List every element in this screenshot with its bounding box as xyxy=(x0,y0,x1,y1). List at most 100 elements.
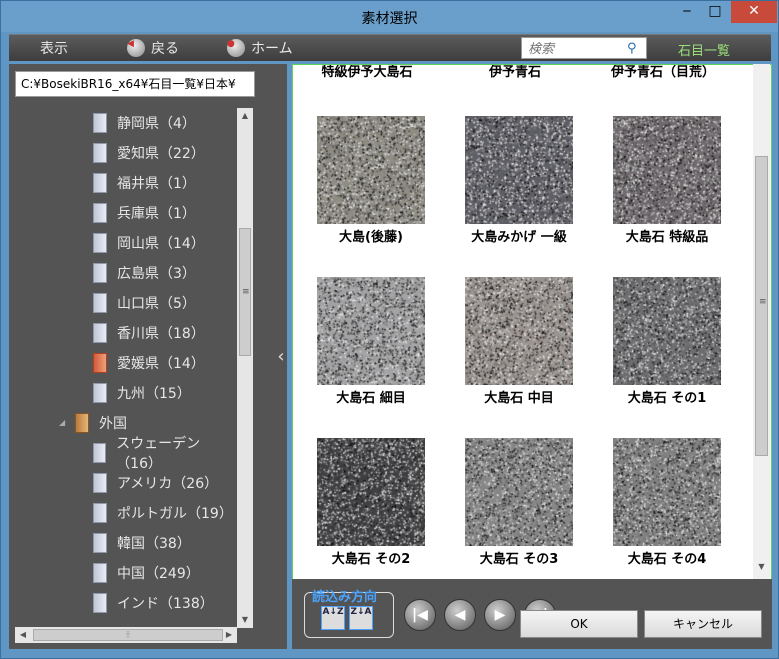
partial-label: 伊予青石 xyxy=(488,65,541,80)
window-title: 素材選択 xyxy=(361,11,418,27)
tree-item[interactable]: スウェーデン（16） xyxy=(93,436,237,472)
material-tile[interactable]: 大島石 細目 xyxy=(297,277,445,427)
tree-vertical-scrollbar[interactable]: ▲ ≡ ▼ xyxy=(237,108,253,628)
folder-tree: 静岡県（4） 愛知県（22） 福井県（1） 兵庫県（1） 岡山県（14） 広島県（3） 山口… xyxy=(9,108,237,628)
material-tile[interactable]: 大島石 その1 xyxy=(593,277,741,427)
material-tile[interactable]: 大島(後藤) xyxy=(297,116,445,266)
scroll-left-arrow-icon[interactable]: ◀ xyxy=(15,627,31,643)
sort-ascending-button[interactable]: A↓Z xyxy=(321,606,345,630)
folder-icon xyxy=(75,413,89,433)
partial-label: 伊予青石（目荒） xyxy=(610,65,715,80)
tree-item-label: ポルトガル（19） xyxy=(117,506,233,522)
scroll-right-arrow-icon[interactable]: ▶ xyxy=(221,627,237,643)
back-button[interactable]: ◀ 戻る xyxy=(127,38,179,58)
stone-texture-image xyxy=(465,277,573,385)
scroll-thumb[interactable]: ≡ xyxy=(755,156,768,456)
material-tile[interactable]: 大島石 その3 xyxy=(445,438,593,579)
tree-item[interactable]: 岡山県（14） xyxy=(93,230,205,256)
expand-arrow-icon[interactable]: ◢ xyxy=(59,418,67,427)
scroll-down-arrow-icon[interactable]: ▼ xyxy=(237,612,253,628)
stone-texture-image xyxy=(613,116,721,224)
tree-item[interactable]: 山口県（5） xyxy=(93,290,196,316)
mode-label[interactable]: 石目一覧 xyxy=(678,40,730,59)
material-tile[interactable]: 大島石 その2 xyxy=(297,438,445,579)
tree-item-label: 岡山県（14） xyxy=(117,236,205,252)
document-icon xyxy=(93,593,107,613)
ok-button[interactable]: OK xyxy=(520,610,638,638)
material-label: 大島みかげ 一級 xyxy=(471,230,567,245)
search-input[interactable] xyxy=(522,39,622,60)
cancel-button[interactable]: キャンセル xyxy=(644,610,762,638)
tree-item[interactable]: 福井県（1） xyxy=(93,170,196,196)
hscroll-thumb[interactable]: ⦙⦙ xyxy=(33,629,223,641)
stone-texture-image xyxy=(317,116,425,224)
search-icon[interactable]: ⚲ xyxy=(627,41,641,56)
grid-vertical-scrollbar[interactable]: ▲ ≡ ▼ xyxy=(753,64,770,580)
toolbar: 表示 ◀ 戻る ● ホーム ⚲ 石目一覧 xyxy=(9,34,771,61)
scroll-down-arrow-icon[interactable]: ▼ xyxy=(753,558,770,576)
path-field[interactable]: C:¥BosekiBR16_x64¥石目一覧¥日本¥ xyxy=(15,71,255,97)
tree-item-label: 愛媛県（14） xyxy=(117,356,205,372)
tree-item[interactable]: インド（138） xyxy=(93,590,214,616)
material-label: 大島石 その2 xyxy=(331,552,411,567)
document-icon xyxy=(93,353,107,373)
tree-item[interactable]: 香川県（18） xyxy=(93,320,205,346)
scroll-up-arrow-icon[interactable]: ▲ xyxy=(237,108,253,124)
tree-item[interactable]: アメリカ（26） xyxy=(93,470,218,496)
material-tile[interactable]: 大島石 その4 xyxy=(593,438,741,579)
tree-item[interactable]: 兵庫県（1） xyxy=(93,200,196,226)
material-label: 大島石 中目 xyxy=(484,391,554,406)
tree-item[interactable]: 愛媛県（14） xyxy=(93,350,205,376)
material-grid: 特級伊予大島石 伊予青石 伊予青石（目荒） 大島(後藤) 大島みかげ 一級 大島石 … xyxy=(292,64,772,580)
scroll-thumb[interactable]: ≡ xyxy=(239,228,251,356)
search-box: ⚲ xyxy=(521,37,647,60)
tree-item[interactable]: ポルトガル（19） xyxy=(93,500,233,526)
tree-item-label: 静岡県（4） xyxy=(117,116,196,132)
home-label: ホーム xyxy=(251,41,293,57)
tree-item[interactable]: 愛知県（22） xyxy=(93,140,205,166)
minimize-button[interactable]: ‒ xyxy=(673,1,701,23)
material-label: 大島石 その1 xyxy=(627,391,707,406)
material-label: 大島石 特級品 xyxy=(625,230,709,245)
folder-pane: C:¥BosekiBR16_x64¥石目一覧¥日本¥ 静岡県（4） 愛知県（22）… xyxy=(9,64,287,649)
material-tile[interactable]: 大島石 特級品 xyxy=(593,116,741,266)
prev-page-button[interactable]: ◀ xyxy=(444,599,476,631)
stone-texture-image xyxy=(317,277,425,385)
tree-item-label: アメリカ（26） xyxy=(117,476,219,492)
stone-texture-image xyxy=(613,438,721,546)
material-tile[interactable]: 大島石 中目 xyxy=(445,277,593,427)
collapse-pane-icon[interactable]: ‹ xyxy=(273,346,289,370)
sort-descending-button[interactable]: Z↓A xyxy=(349,606,373,630)
material-tile[interactable]: 大島みかげ 一級 xyxy=(445,116,593,266)
view-button[interactable]: 表示 xyxy=(21,38,68,58)
document-icon xyxy=(93,263,107,283)
tree-item-label: 中国（249） xyxy=(117,566,200,582)
tree-item[interactable]: 中国（249） xyxy=(93,560,200,586)
view-label: 表示 xyxy=(40,41,68,57)
material-label: 大島石 細目 xyxy=(336,391,406,406)
back-label: 戻る xyxy=(151,41,179,57)
tree-item-label: 山口県（5） xyxy=(117,296,196,312)
grid-icon xyxy=(21,42,34,55)
stone-texture-image xyxy=(317,438,425,546)
document-icon xyxy=(93,383,107,403)
tree-item[interactable]: 韓国（38） xyxy=(93,530,191,556)
home-button[interactable]: ● ホーム xyxy=(227,38,293,58)
tree-horizontal-scrollbar[interactable]: ◀ ⦙⦙ ▶ xyxy=(15,627,237,643)
document-icon xyxy=(93,113,107,133)
material-label: 大島(後藤) xyxy=(339,230,403,245)
tree-item[interactable]: 静岡県（4） xyxy=(93,110,196,136)
home-icon: ● xyxy=(227,39,245,57)
tree-item[interactable]: 広島県（3） xyxy=(93,260,196,286)
maximize-button[interactable]: □ xyxy=(701,1,729,23)
close-button[interactable]: ✕ xyxy=(731,1,777,23)
back-icon: ◀ xyxy=(127,39,145,57)
tree-item[interactable]: 九州（15） xyxy=(93,380,191,406)
document-icon xyxy=(93,143,107,163)
top-row-partial-labels: 特級伊予大島石 伊予青石 伊予青石（目荒） xyxy=(293,65,755,80)
document-icon xyxy=(93,443,107,463)
first-page-button[interactable]: |◀ xyxy=(404,599,436,631)
stone-texture-image xyxy=(465,116,573,224)
next-page-button[interactable]: ▶ xyxy=(484,599,516,631)
stone-texture-image xyxy=(613,277,721,385)
